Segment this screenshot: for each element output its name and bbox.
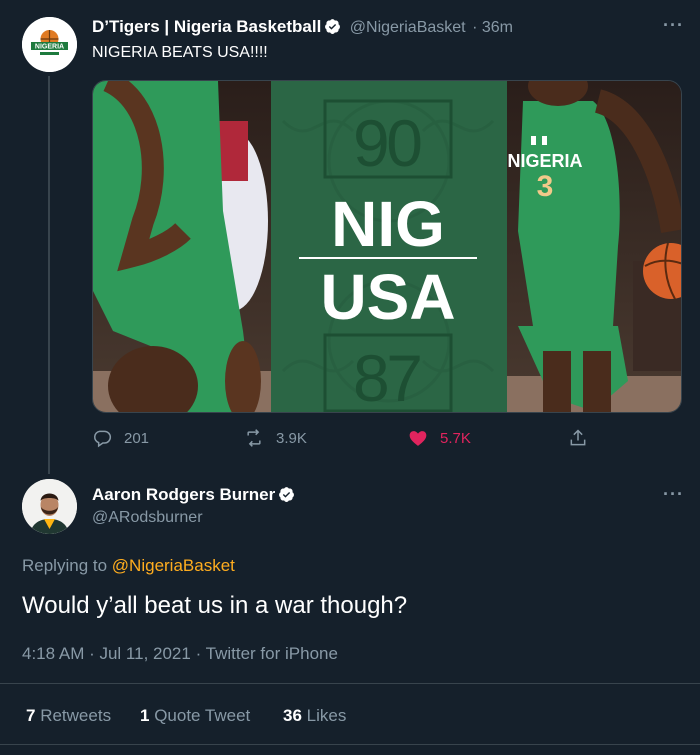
tweet1-more-icon[interactable]: ··· xyxy=(663,15,684,36)
tweet1-handle[interactable]: @NigeriaBasket xyxy=(350,19,466,36)
heart-filled-icon xyxy=(409,431,427,446)
share-icon xyxy=(570,429,586,446)
tweet1-header: D’Tigers | Nigeria Basketball @NigeriaBa… xyxy=(92,17,632,37)
likes-stat[interactable]: 36 Likes xyxy=(283,706,346,726)
tweet1-media-image[interactable]: 90 NIG USA 87 NIGERIA 3 xyxy=(92,80,682,413)
team-bottom: USA xyxy=(320,261,455,333)
tweet2-text: Would y’all beat us in a war though? xyxy=(22,592,408,619)
share-button[interactable] xyxy=(568,428,600,448)
retweets-count: 7 xyxy=(26,706,36,725)
tweet2-timestamp[interactable]: 4:18 AM · Jul 11, 2021 · Twitter for iPh… xyxy=(22,644,338,664)
nigeria-basketball-avatar[interactable]: NIGERIA xyxy=(22,17,77,72)
tweet2-stats: 7 Retweets 1 Quote Tweet 36 Likes xyxy=(0,683,700,745)
score-bottom: 87 xyxy=(353,341,423,413)
tweet2-header: Aaron Rodgers Burner xyxy=(92,485,295,505)
tweet2-more-icon[interactable]: ··· xyxy=(663,484,684,505)
like-button[interactable]: 5.7K xyxy=(408,428,471,448)
likes-label: Likes xyxy=(306,706,347,725)
tweet1-actions: 201 3.9K 5.7K xyxy=(92,428,592,450)
score-top: 90 xyxy=(353,106,423,180)
tweet1-text: NIGERIA BEATS USA!!!! xyxy=(92,44,268,61)
avatar-logo-text: NIGERIA xyxy=(35,44,64,51)
tweet1-display-name[interactable]: D’Tigers | Nigeria Basketball xyxy=(92,17,321,36)
thread-line xyxy=(48,76,50,474)
likes-count: 36 xyxy=(283,706,302,725)
team-top: NIG xyxy=(331,188,445,260)
reply-button[interactable]: 201 xyxy=(92,428,149,448)
replying-to: Replying to @NigeriaBasket xyxy=(22,556,235,576)
replying-to-prefix: Replying to xyxy=(22,556,108,575)
tweet2-display-name[interactable]: Aaron Rodgers Burner xyxy=(92,485,275,504)
tweet2-handle[interactable]: @ARodsburner xyxy=(92,509,203,527)
retweet-count: 3.9K xyxy=(276,429,307,447)
quote-count: 1 xyxy=(140,706,150,725)
retweets-stat[interactable]: 7 Retweets xyxy=(26,706,111,726)
aaron-rodgers-burner-avatar[interactable] xyxy=(22,479,77,534)
reply-count: 201 xyxy=(124,429,150,447)
retweets-label: Retweets xyxy=(40,706,112,725)
like-count: 5.7K xyxy=(440,429,471,447)
jersey-name: NIGERIA xyxy=(507,151,582,171)
reply-icon xyxy=(94,430,112,448)
replying-to-link[interactable]: @NigeriaBasket xyxy=(112,556,235,575)
quote-tweet-stat[interactable]: 1 Quote Tweet xyxy=(140,706,250,726)
retweet-icon xyxy=(247,429,261,447)
verified-badge-icon xyxy=(279,487,295,502)
jersey-number: 3 xyxy=(537,170,554,203)
verified-badge-icon xyxy=(325,19,341,34)
retweet-button[interactable]: 3.9K xyxy=(244,428,307,448)
tweet1-time[interactable]: · 36m xyxy=(472,19,513,36)
quote-label: Quote Tweet xyxy=(154,706,251,725)
